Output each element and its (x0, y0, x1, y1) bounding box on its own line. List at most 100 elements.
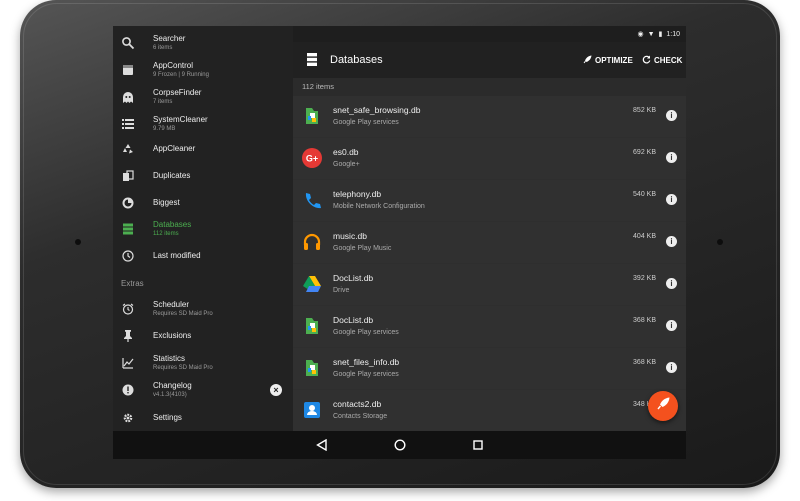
changelog-icon (121, 383, 135, 397)
drawer-item-sub: Requires SD Maid Pro (153, 311, 213, 317)
info-icon[interactable]: i (666, 320, 677, 331)
item-count: 112 items (293, 78, 686, 96)
refresh-icon (642, 55, 651, 66)
rocket-icon (656, 397, 670, 415)
row-subtitle: Drive (333, 287, 350, 294)
drawer-item-scheduler[interactable]: Scheduler Requires SD Maid Pro (113, 296, 293, 322)
rocket-icon (583, 55, 592, 66)
check-button[interactable]: CHECK (642, 55, 682, 66)
row-size: 404 KB (633, 233, 656, 240)
row-title: DocList.db (333, 315, 374, 325)
status-time: 1:10 (666, 30, 680, 38)
list-item[interactable]: DocList.db Drive 392 KB i (293, 264, 686, 306)
battery-icon: ▮ (658, 31, 663, 38)
row-subtitle: Google Play services (333, 371, 399, 378)
drawer-item-label: Settings (153, 413, 182, 422)
play-services-icon (302, 358, 322, 378)
drive-icon (302, 274, 322, 294)
statistics-icon (121, 356, 135, 370)
drawer-item-sub: 7 items (153, 99, 173, 105)
list-item[interactable]: music.db Google Play Music 404 KB i (293, 222, 686, 264)
list-item[interactable]: G+ es0.db Google+ 692 KB i (293, 138, 686, 180)
app-control-icon (121, 63, 135, 77)
drawer-item-sub: 9 Frozen | 9 Running (153, 72, 209, 78)
drawer-item-last-modified[interactable]: Last modified (113, 243, 293, 269)
sensor (717, 239, 723, 245)
drawer-item-databases[interactable]: Databases 112 items (113, 216, 293, 242)
row-subtitle: Google+ (333, 161, 360, 168)
info-icon[interactable]: i (666, 278, 677, 289)
database-icon (307, 53, 319, 67)
list-item[interactable]: DocList.db Google Play services 368 KB i (293, 306, 686, 348)
phone-icon (302, 190, 322, 210)
drawer-item-label: Searcher (153, 34, 186, 43)
drawer-item-systemcleaner[interactable]: SystemCleaner 9.79 MB (113, 111, 293, 137)
drawer-item-changelog[interactable]: Changelog v4.1.3(4103) (113, 377, 293, 403)
row-size: 540 KB (633, 191, 656, 198)
drawer-item-label: Scheduler (153, 300, 190, 309)
home-icon[interactable] (393, 438, 407, 452)
app-toolbar: Databases OPTIMIZE CHECK (293, 42, 686, 78)
row-subtitle: Mobile Network Configuration (333, 203, 425, 210)
row-subtitle: Google Play services (333, 329, 399, 336)
navigation-drawer: Searcher 6 items AppControl 9 Frozen | 9 R… (113, 26, 293, 431)
info-icon[interactable]: i (666, 152, 677, 163)
play-services-icon (302, 106, 322, 126)
recents-icon[interactable] (471, 438, 485, 452)
drawer-item-settings[interactable]: Settings (113, 405, 293, 431)
database-list: snet_safe_browsing.db Google Play servic… (293, 96, 686, 431)
optimize-fab[interactable] (648, 391, 678, 421)
drawer-item-appcleaner[interactable]: AppCleaner (113, 136, 293, 162)
gear-icon (121, 411, 135, 425)
row-size: 368 KB (633, 359, 656, 366)
back-icon[interactable] (315, 438, 329, 452)
drawer-item-exclusions[interactable]: Exclusions (113, 323, 293, 349)
ghost-icon (121, 90, 135, 104)
row-subtitle: Contacts Storage (333, 413, 388, 420)
pie-chart-icon (121, 196, 135, 210)
drawer-item-label: Last modified (153, 251, 201, 260)
list-item[interactable]: snet_safe_browsing.db Google Play servic… (293, 96, 686, 138)
list-icon (121, 117, 135, 131)
info-icon[interactable]: i (666, 362, 677, 373)
info-icon[interactable]: i (666, 236, 677, 247)
drawer-item-label: AppControl (153, 61, 194, 70)
drawer-item-biggest[interactable]: Biggest (113, 190, 293, 216)
drawer-item-corpsefinder[interactable]: CorpseFinder 7 items (113, 84, 293, 110)
row-size: 392 KB (633, 275, 656, 282)
drawer-item-label: Statistics (153, 354, 186, 363)
contacts-icon (302, 400, 322, 420)
google-plus-icon: G+ (302, 148, 322, 168)
drawer-item-label: SystemCleaner (153, 115, 208, 124)
list-item[interactable]: snet_files_info.db Google Play services … (293, 348, 686, 390)
info-icon[interactable]: i (666, 110, 677, 121)
row-title: snet_safe_browsing.db (333, 105, 421, 115)
optimize-button[interactable]: OPTIMIZE (583, 55, 633, 66)
row-title: music.db (333, 231, 368, 241)
list-item[interactable]: telephony.db Mobile Network Configuratio… (293, 180, 686, 222)
info-icon[interactable]: i (666, 194, 677, 205)
recycle-icon (121, 142, 135, 156)
list-item[interactable]: contacts2.db Contacts Storage 348 KB (293, 390, 686, 431)
main-panel: ◉ ▼ ▮ 1:10 Databases OPTIMIZE CHECK 112 … (293, 26, 686, 431)
svg-text:G+: G+ (306, 154, 318, 164)
drawer-item-appcontrol[interactable]: AppControl 9 Frozen | 9 Running (113, 57, 293, 83)
drawer-item-label: Duplicates (153, 171, 191, 180)
drawer-item-label: Changelog (153, 381, 192, 390)
drawer-item-label: AppCleaner (153, 144, 196, 153)
row-title: telephony.db (333, 189, 382, 199)
drawer-item-label: Databases (153, 220, 192, 229)
play-services-icon (302, 316, 322, 336)
extras-section-label: Extras (121, 279, 144, 288)
row-subtitle: Google Play services (333, 119, 399, 126)
drawer-item-statistics[interactable]: Statistics Requires SD Maid Pro (113, 350, 293, 376)
drawer-item-searcher[interactable]: Searcher 6 items (113, 30, 293, 56)
drawer-item-sub: 112 items (153, 231, 179, 237)
close-icon[interactable]: × (270, 384, 282, 396)
page-title: Databases (330, 54, 383, 66)
drawer-item-sub: v4.1.3(4103) (153, 392, 187, 398)
drawer-item-duplicates[interactable]: Duplicates (113, 163, 293, 189)
drawer-item-sub: 9.79 MB (153, 126, 176, 132)
check-label: CHECK (654, 56, 683, 65)
drawer-item-label: Biggest (153, 198, 180, 207)
